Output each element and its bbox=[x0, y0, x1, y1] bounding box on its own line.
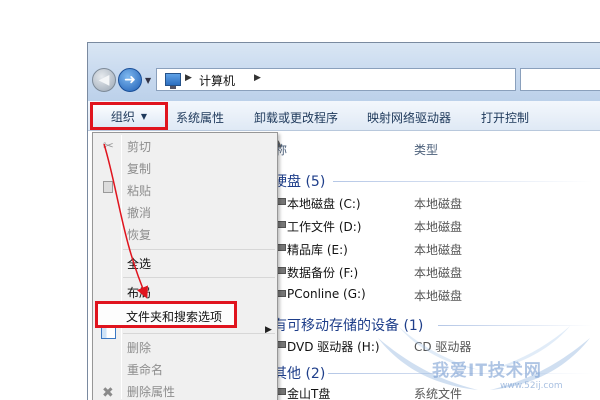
breadcrumb-arrow-icon[interactable]: ▶ bbox=[185, 73, 192, 83]
drive-type: 本地磁盘 bbox=[414, 289, 463, 303]
clipboard-icon bbox=[103, 181, 113, 193]
column-header-type[interactable]: 类型 bbox=[414, 141, 438, 158]
address-box[interactable]: ▶ 计算机 ▶ bbox=[156, 68, 516, 91]
layout-icon bbox=[101, 327, 116, 339]
menu-item-remove-properties[interactable]: 删除属性 bbox=[127, 383, 175, 400]
drive-type: 本地磁盘 bbox=[414, 266, 463, 280]
address-bar-area: ◀ ➜ ▼ ▶ 计算机 ▶ bbox=[88, 43, 600, 101]
group-divider bbox=[333, 181, 593, 182]
drive-name[interactable]: 工作文件 (D:) bbox=[287, 218, 361, 235]
hard-drive-icon bbox=[277, 221, 286, 228]
arrow-right-icon: ➜ bbox=[124, 72, 136, 88]
menu-item-paste[interactable]: 粘贴 bbox=[127, 182, 151, 199]
menu-item-copy[interactable]: 复制 bbox=[127, 160, 151, 177]
menu-item-rename[interactable]: 重命名 bbox=[127, 361, 163, 378]
group-header-other[interactable]: 其他 (2) bbox=[273, 363, 325, 383]
menu-item-cut[interactable]: 剪切 bbox=[127, 138, 151, 155]
uninstall-program-button[interactable]: 卸载或更改程序 bbox=[254, 109, 338, 126]
menu-separator bbox=[123, 333, 275, 334]
back-button[interactable]: ◀ bbox=[92, 68, 116, 92]
drive-name[interactable]: 金山T盘 bbox=[287, 385, 330, 400]
system-properties-button[interactable]: 系统属性 bbox=[176, 109, 224, 126]
menu-separator bbox=[123, 249, 275, 250]
watermark-text: 我爱IT技术网 bbox=[432, 361, 542, 381]
dvd-drive-icon bbox=[277, 341, 286, 348]
menu-icon-gutter bbox=[121, 135, 122, 399]
drive-icon bbox=[277, 388, 286, 395]
group-header-hard-disks[interactable]: 硬盘 (5) bbox=[273, 171, 325, 191]
organize-button[interactable]: 组织 ▼ bbox=[90, 102, 168, 130]
delete-x-icon: ✖ bbox=[102, 385, 114, 400]
computer-icon bbox=[165, 73, 181, 89]
recent-pages-chevron-icon[interactable]: ▼ bbox=[145, 76, 151, 85]
menu-item-redo[interactable]: 恢复 bbox=[127, 226, 151, 243]
watermark-url: www.52ij.com bbox=[500, 381, 563, 391]
drive-name[interactable]: DVD 驱动器 (H:) bbox=[287, 338, 380, 355]
map-network-drive-button[interactable]: 映射网络驱动器 bbox=[367, 109, 451, 126]
menu-item-select-all[interactable]: 全选 bbox=[127, 255, 151, 272]
organize-label: 组织 bbox=[110, 109, 135, 124]
menu-separator bbox=[123, 277, 275, 278]
drive-type: 本地磁盘 bbox=[414, 220, 463, 234]
menu-item-folder-options[interactable]: 文件夹和搜索选项 bbox=[95, 301, 237, 328]
search-box[interactable] bbox=[520, 68, 600, 91]
drive-type: 本地磁盘 bbox=[414, 243, 463, 257]
hard-drive-icon bbox=[277, 290, 286, 297]
menu-item-delete[interactable]: 删除 bbox=[127, 339, 151, 356]
drive-name[interactable]: 数据备份 (F:) bbox=[287, 264, 358, 281]
menu-item-folder-options-label: 文件夹和搜索选项 bbox=[126, 310, 223, 324]
hard-drive-icon bbox=[277, 267, 286, 274]
hard-drive-icon bbox=[277, 198, 286, 205]
menu-item-layout[interactable]: 布局 bbox=[127, 284, 151, 301]
drive-name[interactable]: PConline (G:) bbox=[287, 287, 366, 301]
drive-type: 本地磁盘 bbox=[414, 197, 463, 211]
drive-name[interactable]: 精品库 (E:) bbox=[287, 241, 348, 258]
forward-button[interactable]: ➜ bbox=[118, 68, 142, 92]
scissors-icon: ✂ bbox=[103, 139, 114, 154]
command-bar: 组织 ▼ 系统属性 卸载或更改程序 映射网络驱动器 打开控制 bbox=[88, 101, 600, 131]
organize-menu: ✂ 剪切 复制 粘贴 撤消 恢复 全选 布局 ▶ 文件夹和搜索选项 ✖ 删除 重… bbox=[92, 132, 278, 400]
breadcrumb-computer[interactable]: 计算机 bbox=[199, 72, 235, 89]
menu-item-undo[interactable]: 撤消 bbox=[127, 204, 151, 221]
arrow-left-icon: ◀ bbox=[98, 72, 110, 88]
breadcrumb-arrow-icon[interactable]: ▶ bbox=[254, 73, 261, 83]
hard-drive-icon bbox=[277, 244, 286, 251]
caret-down-icon: ▼ bbox=[140, 111, 148, 121]
open-control-panel-button[interactable]: 打开控制 bbox=[481, 109, 529, 126]
drive-name[interactable]: 本地磁盘 (C:) bbox=[287, 195, 361, 212]
